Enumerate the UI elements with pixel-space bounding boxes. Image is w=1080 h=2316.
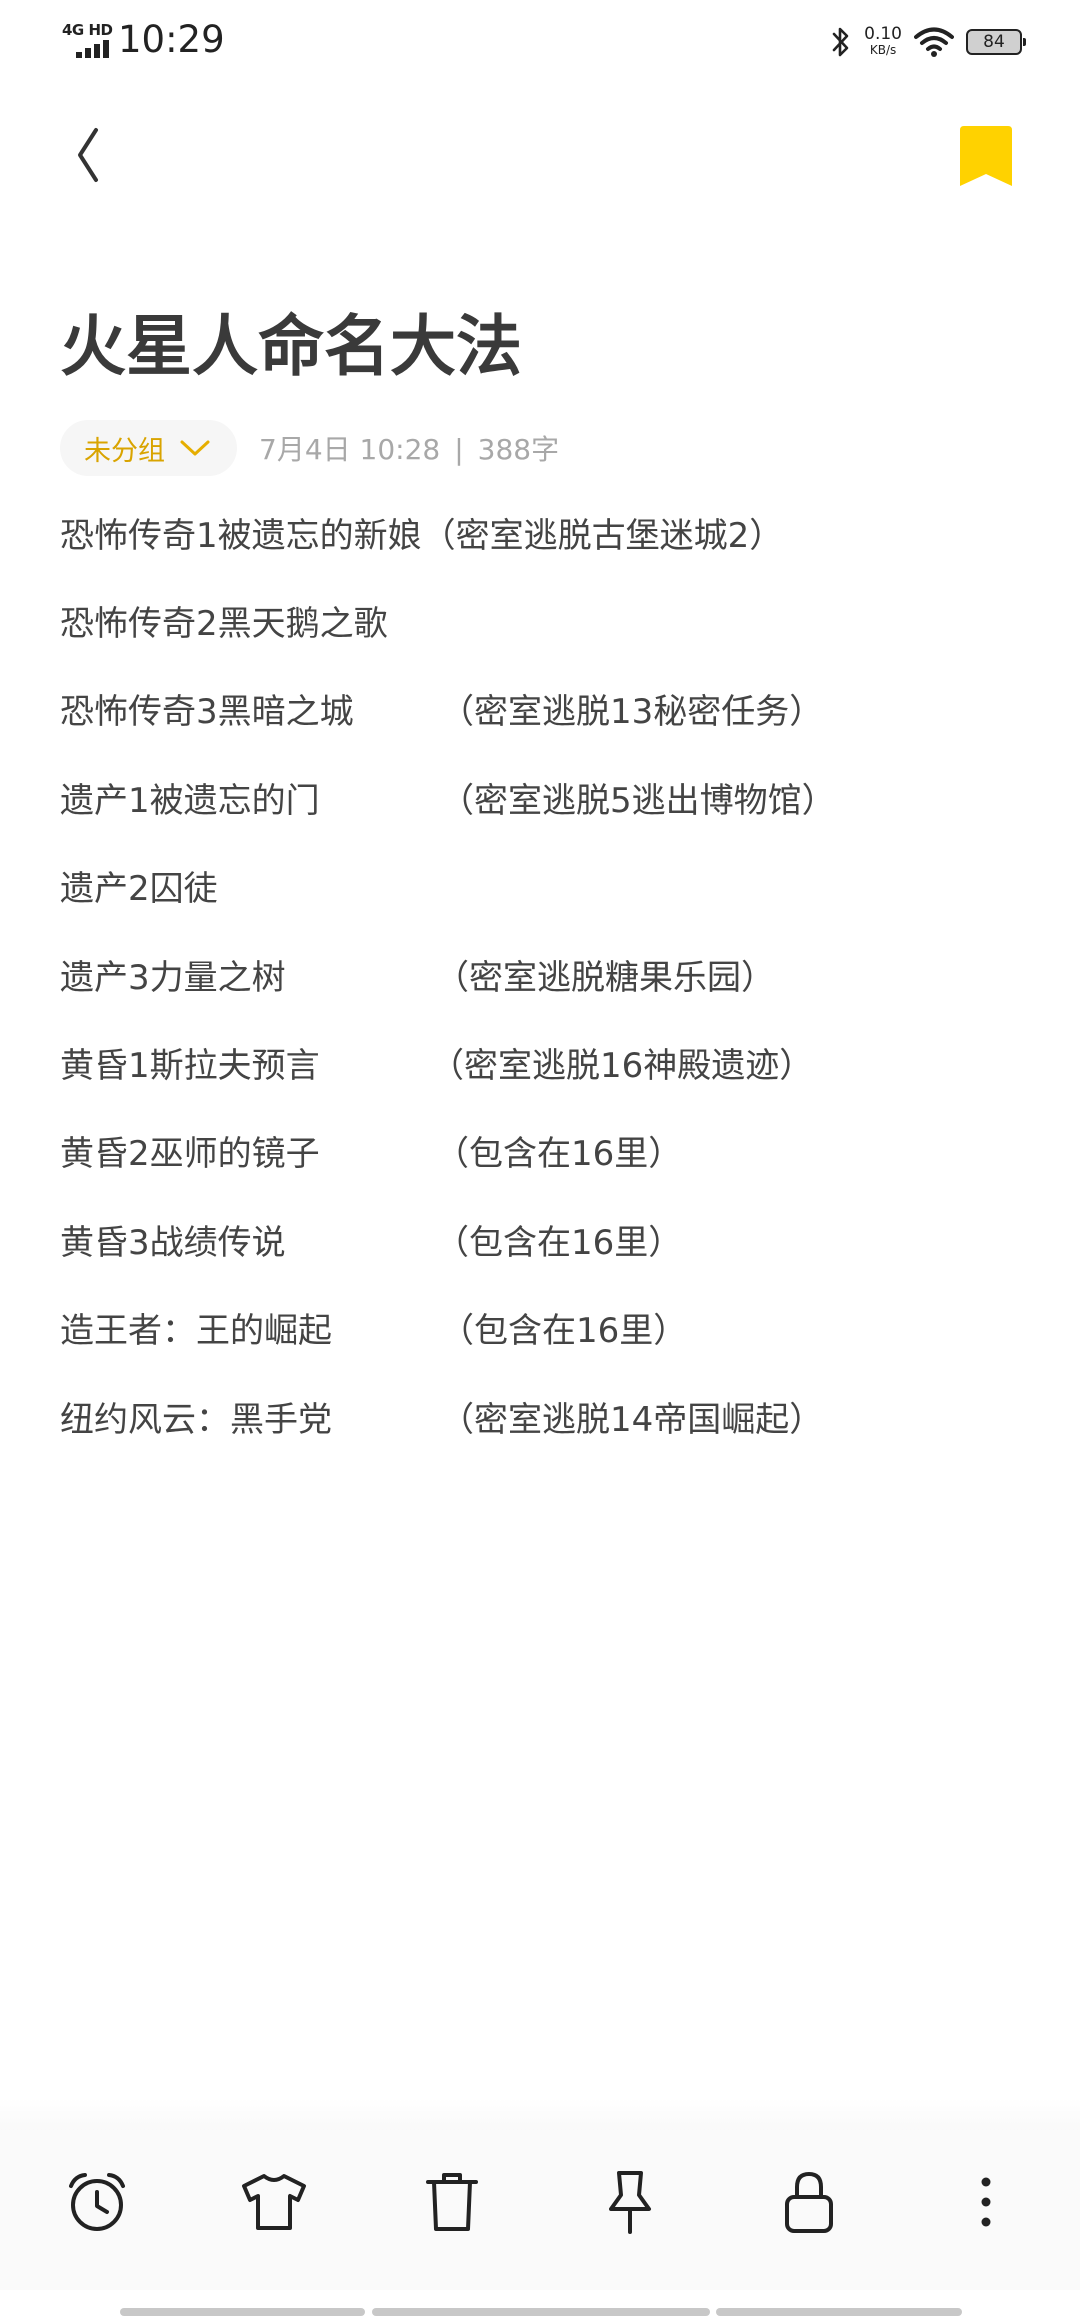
pin-button[interactable] (594, 2166, 666, 2238)
home-indicator-segment (716, 2308, 962, 2316)
status-bar: 4G HD 10:29 0.10 KB/s 84 (0, 0, 1080, 80)
note-title[interactable]: 火星人命名大法 (60, 302, 522, 392)
game-note: （包含在16里） (435, 1134, 683, 1175)
game-title: 黄昏1斯拉夫预言 (60, 1046, 320, 1087)
game-note: （密室逃脱糖果乐园） (435, 957, 775, 998)
game-title: 遗产3力量之树 (60, 957, 286, 998)
more-button[interactable] (950, 2166, 1022, 2238)
note-line: 遗产2囚徒 (60, 842, 1040, 930)
game-title: 恐怖传奇3黑暗之城 (60, 692, 354, 733)
chevron-down-icon (180, 440, 210, 456)
home-indicator-segment (372, 2308, 710, 2316)
note-line: 恐怖传奇2黑天鹅之歌 (60, 576, 1040, 664)
battery-level: 84 (983, 32, 1005, 52)
network-type: 4G HD (62, 21, 113, 39)
bookmark-icon (960, 126, 1012, 186)
game-title: 恐怖传奇1被遗忘的新娘 (60, 515, 422, 556)
game-title: 造王者：王的崛起 (60, 1311, 332, 1352)
signal-indicator: 4G HD (62, 22, 114, 58)
game-title: 遗产2囚徒 (60, 869, 218, 910)
back-button[interactable] (62, 120, 122, 190)
network-speed: 0.10 KB/s (864, 26, 902, 58)
more-vertical-icon (981, 2177, 991, 2227)
game-title: 黄昏2巫师的镜子 (60, 1134, 320, 1175)
game-note: （密室逃脱古堡迷城2） (421, 515, 784, 556)
note-line: 遗产1被遗忘的门 （密室逃脱5逃出博物馆） (60, 753, 1040, 841)
game-title: 黄昏3战绩传说 (60, 1222, 286, 1263)
game-note: （包含在16里） (440, 1311, 688, 1352)
game-title: 恐怖传奇2黑天鹅之歌 (60, 604, 388, 645)
back-arrow-icon (78, 128, 98, 182)
note-line: 黄昏1斯拉夫预言 （密室逃脱16神殿遗迹） (60, 1018, 1040, 1106)
group-label: 未分组 (84, 435, 165, 467)
delete-button[interactable] (416, 2166, 488, 2238)
game-title: 纽约风云：黑手党 (60, 1399, 332, 1440)
note-line: 黄昏2巫师的镜子 （包含在16里） (60, 1107, 1040, 1195)
lock-button[interactable] (773, 2166, 845, 2238)
word-count: 388字 (477, 433, 560, 466)
network-speed-value: 0.10 (864, 24, 902, 44)
note-line: 黄昏3战绩传说 （包含在16里） (60, 1195, 1040, 1283)
game-title: 遗产1被遗忘的门 (60, 780, 320, 821)
game-note: （包含在16里） (435, 1222, 683, 1263)
status-time: 10:29 (118, 18, 225, 61)
status-right: 0.10 KB/s 84 (830, 20, 1026, 64)
note-line: 造王者：王的崛起 （包含在16里） (60, 1284, 1040, 1372)
battery-icon: 84 (966, 29, 1026, 55)
note-line: 恐怖传奇1被遗忘的新娘 （密室逃脱古堡迷城2） (60, 488, 1040, 576)
game-note: （密室逃脱5逃出博物馆） (440, 780, 836, 821)
game-note: （密室逃脱16神殿遗迹） (430, 1046, 814, 1087)
note-info: 7月4日 10:28 | 388字 (259, 428, 559, 468)
note-line: 纽约风云：黑手党 （密室逃脱14帝国崛起） (60, 1372, 1040, 1460)
tshirt-icon (242, 2174, 306, 2230)
game-note: （密室逃脱13秘密任务） (440, 692, 824, 733)
alarm-clock-icon (69, 2173, 125, 2231)
trash-icon (426, 2173, 478, 2231)
theme-button[interactable] (238, 2166, 310, 2238)
meta-separator: | (454, 433, 464, 466)
pin-icon (609, 2171, 651, 2234)
toolbar-shadow (0, 2098, 1080, 2132)
note-date: 7月4日 10:28 (259, 433, 441, 466)
group-selector[interactable]: 未分组 (60, 420, 237, 476)
note-body[interactable]: 恐怖传奇1被遗忘的新娘 （密室逃脱古堡迷城2） 恐怖传奇2黑天鹅之歌 恐怖传奇3… (60, 488, 1040, 1460)
note-meta: 未分组 7月4日 10:28 | 388字 (60, 420, 559, 476)
home-indicator-segment (120, 2308, 365, 2316)
reminder-button[interactable] (61, 2166, 133, 2238)
network-speed-unit: KB/s (869, 43, 897, 57)
note-line: 遗产3力量之树 （密室逃脱糖果乐园） (60, 930, 1040, 1018)
signal-bars-icon (76, 40, 109, 58)
bookmark-button[interactable] (958, 124, 1014, 190)
lock-icon (785, 2171, 833, 2233)
game-note: （密室逃脱14帝国崛起） (440, 1399, 824, 1440)
note-line: 恐怖传奇3黑暗之城 （密室逃脱13秘密任务） (60, 665, 1040, 753)
bluetooth-icon (832, 27, 849, 57)
bottom-toolbar (0, 2130, 1080, 2290)
wifi-icon (914, 27, 954, 57)
